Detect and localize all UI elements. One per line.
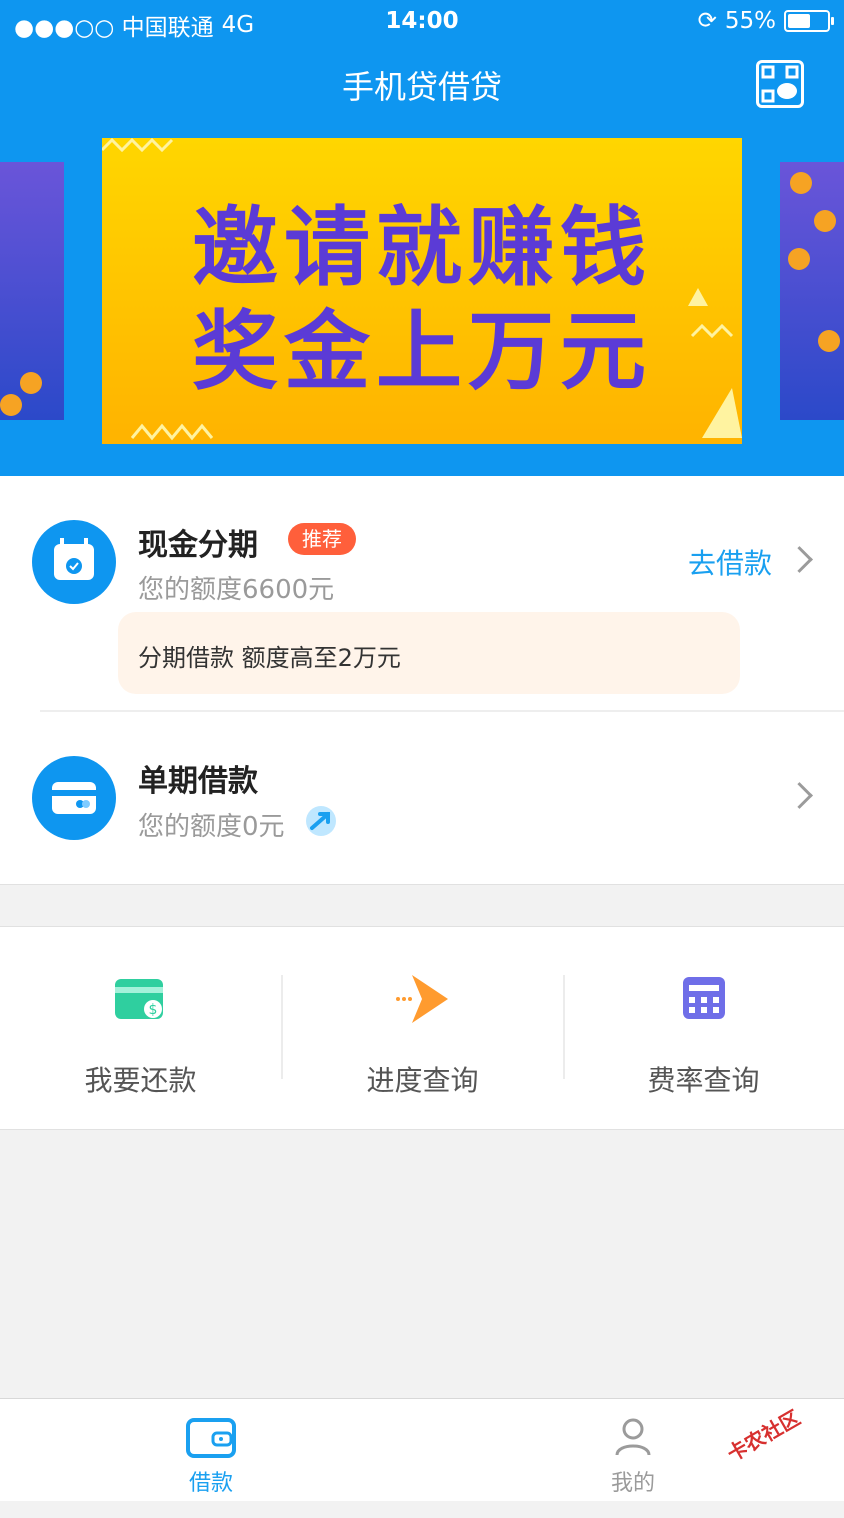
promo-text: 分期借款 额度高至2万元 — [138, 644, 401, 672]
single-loan-quota: 您的额度0元 — [138, 812, 285, 842]
page-title: 手机贷借贷 — [341, 68, 502, 106]
battery-icon — [784, 10, 834, 32]
shortcut-bar: $ 我要还款 进度查询 费率查询 — [0, 926, 844, 1130]
shortcut-label: 我要还款 — [84, 1064, 197, 1097]
repay-card-icon: $ — [115, 979, 163, 1019]
tab-mine-label: 我的 — [610, 1471, 655, 1496]
card-icon — [32, 756, 116, 840]
go-borrow-link[interactable]: 去借款 — [688, 542, 772, 582]
svg-text:$: $ — [149, 1002, 158, 1018]
shortcut-label: 费率查询 — [647, 1064, 760, 1097]
user-icon — [615, 1418, 651, 1456]
tab-mine[interactable]: 我的 — [533, 1399, 733, 1501]
banner-side-left[interactable] — [0, 162, 64, 420]
banner-side-right[interactable] — [780, 162, 844, 420]
increase-quota-icon[interactable] — [304, 804, 338, 838]
cash-installment-quota: 您的额度6600元 — [138, 575, 335, 605]
calendar-icon — [32, 520, 116, 604]
recommend-badge: 推荐 — [288, 523, 356, 555]
banner-decoration — [102, 138, 742, 441]
qr-wechat-icon[interactable] — [756, 60, 804, 108]
tab-loan[interactable]: 借款 — [111, 1399, 311, 1501]
shortcut-progress[interactable]: 进度查询 — [282, 927, 563, 1129]
tab-loan-label: 借款 — [188, 1471, 233, 1496]
cash-installment-title: 现金分期 — [138, 528, 258, 563]
section-divider — [0, 884, 844, 885]
shortcut-repay[interactable]: $ 我要还款 — [0, 927, 281, 1129]
row-divider — [40, 710, 844, 712]
battery-percent: 55% — [724, 8, 776, 34]
shortcut-rate[interactable]: 费率查询 — [563, 927, 844, 1129]
orientation-lock-icon: ⟳ — [697, 8, 717, 34]
promo-banner[interactable]: 邀请就赚钱 奖金上万元 — [102, 138, 742, 444]
battery-area: ⟳ 55% — [697, 8, 834, 34]
tab-bar: 借款 我的 — [0, 1398, 844, 1501]
installment-promo[interactable]: 分期借款 额度高至2万元 — [118, 612, 740, 694]
calculator-icon — [683, 977, 725, 1019]
single-loan-title: 单期借款 — [138, 764, 258, 799]
progress-arrow-icon — [396, 975, 448, 1023]
shortcut-label: 进度查询 — [366, 1064, 479, 1097]
status-bar: ●●●○○ 中国联通 4G 14:00 ⟳ 55% — [0, 0, 844, 44]
wallet-icon — [186, 1418, 236, 1458]
